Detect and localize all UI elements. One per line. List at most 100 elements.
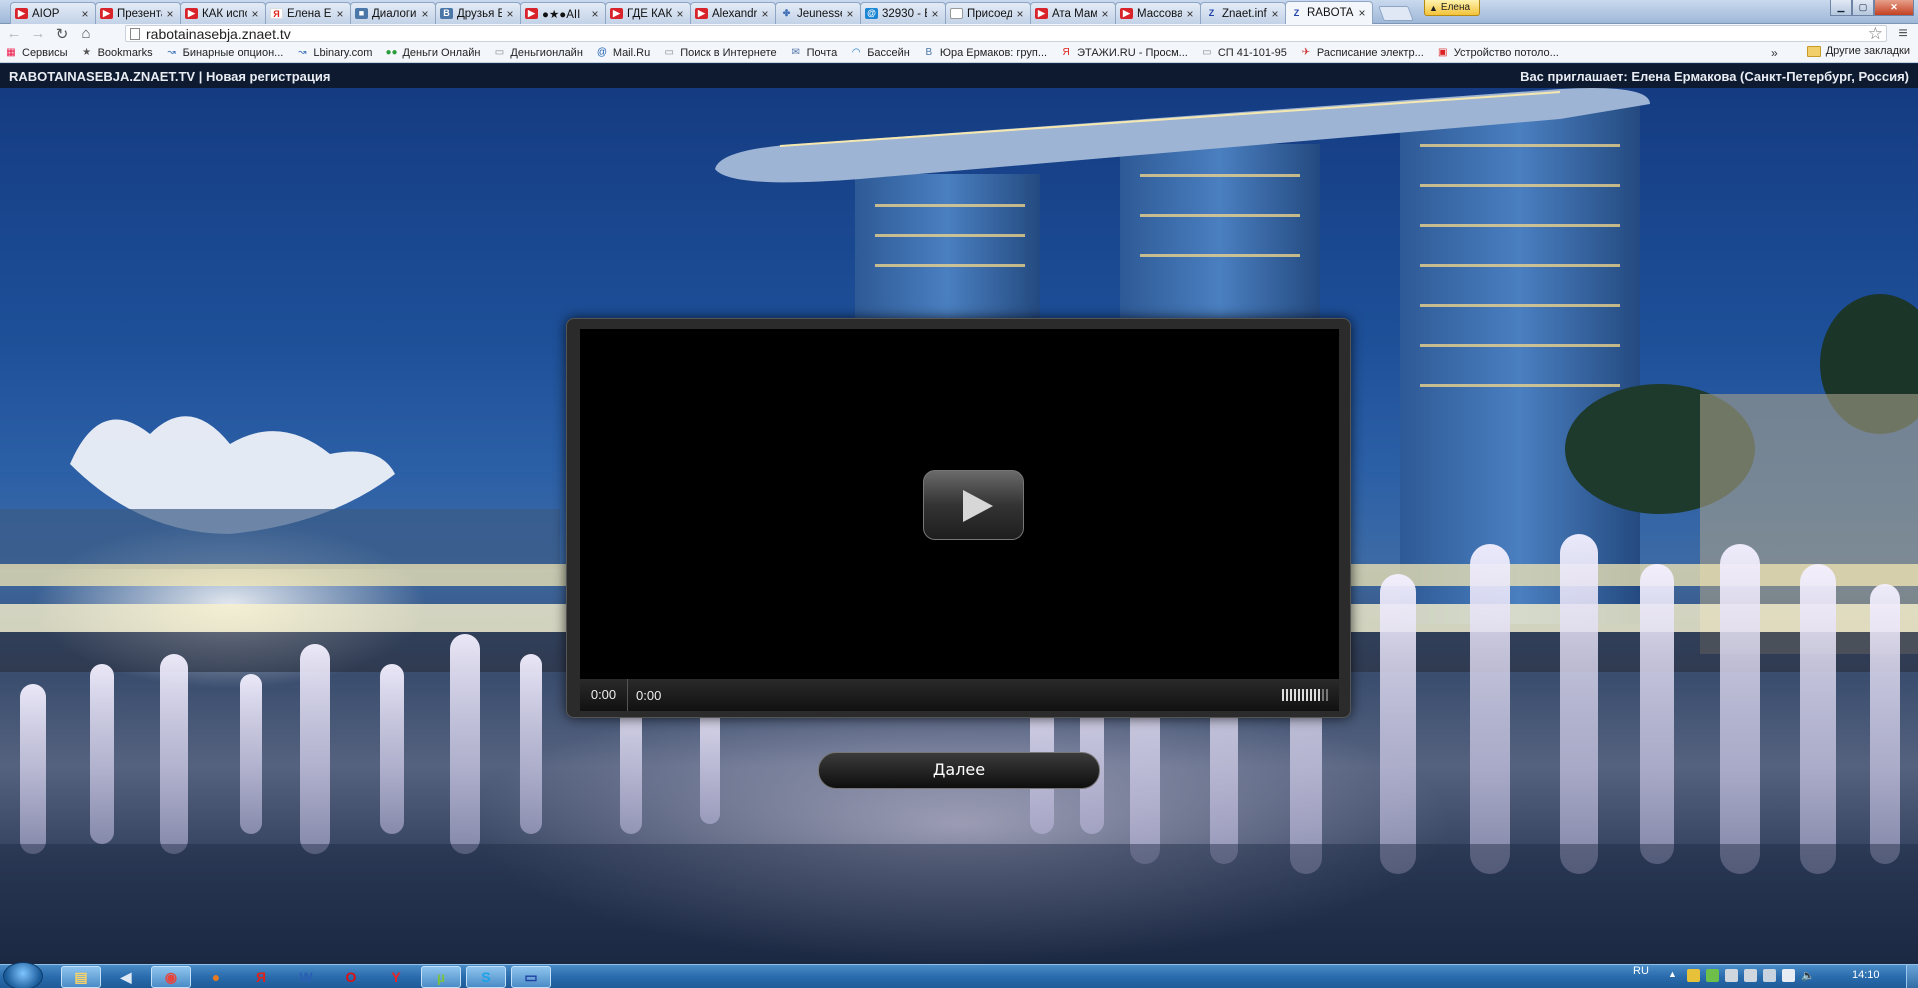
skype-icon[interactable]: S <box>466 966 506 988</box>
tab-close-icon[interactable]: × <box>759 7 771 21</box>
bookmark-item[interactable]: ↝ Lbinary.com <box>296 47 372 59</box>
tab-close-icon[interactable]: × <box>249 7 261 21</box>
yandex-icon[interactable]: Я <box>241 966 281 988</box>
tab-close-icon[interactable]: × <box>1184 7 1196 21</box>
tab-close-icon[interactable]: × <box>844 7 856 21</box>
tab[interactable]: Z Znaet.info× <box>1200 2 1286 24</box>
start-button[interactable] <box>3 962 43 988</box>
tab-close-icon[interactable]: × <box>419 7 431 21</box>
reload-icon[interactable]: ↻ <box>50 24 74 43</box>
tab-close-icon[interactable]: × <box>1014 7 1026 21</box>
bookmark-item[interactable]: Я ЭТАЖИ.RU - Просм... <box>1060 47 1187 59</box>
show-desktop-button[interactable] <box>1906 965 1918 988</box>
tray-app-icon[interactable] <box>1744 969 1757 982</box>
firefox-icon[interactable]: ● <box>196 966 236 988</box>
chrome-icon[interactable]: ◉ <box>151 966 191 988</box>
bookmark-label: Расписание электр... <box>1316 46 1424 59</box>
tray-up-arrow-icon[interactable]: ▲ <box>1668 969 1681 982</box>
volume-slider[interactable] <box>1282 689 1328 701</box>
tab-title: Массова <box>1137 7 1182 20</box>
utorrent-icon[interactable]: µ <box>421 966 461 988</box>
bookmark-item[interactable]: ◠ Бассейн <box>850 47 910 59</box>
bookmark-item[interactable]: ✉ Почта <box>790 46 838 59</box>
tab[interactable]: ▶ ●★●AII × <box>520 2 606 24</box>
bookmark-item[interactable]: ▭ Поиск в Интернете <box>663 47 776 59</box>
bookmark-item[interactable]: ▣ Устройство потоло... <box>1437 47 1559 59</box>
bookmarks-overflow-button[interactable]: » <box>1771 46 1778 60</box>
tab[interactable]: Z RABOTAI × <box>1285 1 1373 24</box>
language-indicator[interactable]: RU <box>1633 965 1649 977</box>
yandex-browser-icon[interactable]: Y <box>376 966 416 988</box>
tab[interactable]: ✤ Jeunesse × <box>775 2 861 24</box>
bookmark-star-icon[interactable]: ☆ <box>1868 24 1883 44</box>
address-bar[interactable]: rabotainasebja.znaet.tv ☆ <box>125 24 1887 44</box>
tab[interactable]: ▶ ГДЕ КАК × <box>605 2 691 24</box>
bookmark-item[interactable]: ●● Деньги Онлайн <box>385 47 480 59</box>
tab-close-icon[interactable]: × <box>164 7 176 21</box>
tab[interactable]: B Друзья Е × <box>435 2 521 24</box>
tab-close-icon[interactable]: × <box>79 7 91 21</box>
volume-bar <box>1326 689 1328 701</box>
tab-close-icon[interactable]: × <box>504 7 516 21</box>
next-button[interactable]: Далее <box>818 752 1100 789</box>
profile-badge[interactable]: ▲ Елена <box>1424 0 1480 16</box>
maximize-icon[interactable]: ▢ <box>1852 0 1874 16</box>
video-screen[interactable] <box>580 329 1339 679</box>
home-icon[interactable]: ⌂ <box>74 24 98 43</box>
word-icon[interactable]: W <box>286 966 326 988</box>
network-icon[interactable] <box>1763 969 1776 982</box>
tab-close-icon[interactable]: × <box>1269 7 1281 21</box>
tab[interactable]: ▶ КАК испо × <box>180 2 266 24</box>
explorer-icon[interactable]: ▤ <box>61 966 101 988</box>
bookmark-item[interactable]: ▦ Сервисы <box>5 47 67 59</box>
video-controls: 0:00 0:00 <box>580 679 1339 711</box>
tab[interactable]: Я Елена Ер× <box>265 2 351 24</box>
close-window-icon[interactable]: ✕ <box>1874 0 1914 16</box>
tab-close-icon[interactable]: × <box>1099 7 1111 21</box>
new-tab-button[interactable] <box>1378 6 1414 21</box>
other-bookmarks-folder[interactable]: Другие закладки <box>1806 45 1910 57</box>
bookmark-item[interactable]: @ Mail.Ru <box>596 47 650 59</box>
address-bar-url[interactable]: rabotainasebja.znaet.tv <box>146 26 1868 42</box>
forward-arrow-icon[interactable]: → <box>26 24 50 43</box>
volume-icon[interactable]: 🔈 <box>1801 969 1815 982</box>
bookmark-item[interactable]: B Юра Ермаков: груп... <box>923 47 1048 59</box>
tray-app-icon[interactable] <box>1725 969 1738 982</box>
tab[interactable]: @32930 - В × <box>860 2 946 24</box>
display-icon[interactable]: ▭ <box>511 966 551 988</box>
minimize-icon[interactable]: ▁ <box>1830 0 1852 16</box>
chrome-menu-icon[interactable]: ≡ <box>1892 25 1914 42</box>
bookmark-item[interactable]: ✈ Расписание электр... <box>1300 47 1424 59</box>
tab[interactable]: ▶ Массова × <box>1115 2 1201 24</box>
tray-app-icon[interactable] <box>1706 969 1719 982</box>
tab-close-icon[interactable]: × <box>589 7 601 21</box>
clock[interactable]: 14:10 <box>1852 969 1880 981</box>
bookmark-item[interactable]: ★ Bookmarks <box>81 47 153 59</box>
bookmark-label: Почта <box>806 46 838 59</box>
tab-close-icon[interactable]: × <box>674 7 686 21</box>
tab-close-icon[interactable]: × <box>1356 6 1368 20</box>
tray-app-icon[interactable] <box>1687 969 1700 982</box>
tab-close-icon[interactable]: × <box>929 7 941 21</box>
media-icon[interactable]: ◀ <box>106 966 146 988</box>
tab[interactable]: ▶ AIOP × <box>10 2 96 24</box>
volume-bar <box>1302 689 1304 701</box>
site-brand-link[interactable]: RABOTAINASEBJA.ZNAET.TV <box>9 69 195 84</box>
play-button-icon[interactable] <box>923 470 1024 540</box>
tab[interactable]: ■ Диалоги × <box>350 2 436 24</box>
bookmark-item[interactable]: ▭ Деньгионлайн <box>493 47 583 59</box>
znaet-icon: Z <box>1293 7 1300 18</box>
tab[interactable]: ▶ Ата Мам × <box>1030 2 1116 24</box>
bookmark-item[interactable]: ↝ Бинарные опцион... <box>166 47 283 59</box>
tab[interactable]: Присоед × <box>945 2 1031 24</box>
opera-icon[interactable]: O <box>331 966 371 988</box>
back-arrow-icon[interactable]: ← <box>2 24 26 43</box>
page-icon <box>130 27 140 40</box>
flag-icon[interactable] <box>1782 969 1795 982</box>
tab[interactable]: ▶ Alexandr × <box>690 2 776 24</box>
tab[interactable]: ▶ Презента× <box>95 2 181 24</box>
site-title: RABOTAINASEBJA.ZNAET.TV | Новая регистра… <box>9 69 330 84</box>
tab-close-icon[interactable]: × <box>334 7 346 21</box>
volume-bar <box>1310 689 1312 701</box>
bookmark-item[interactable]: ▭ СП 41-101-95 <box>1201 47 1287 59</box>
